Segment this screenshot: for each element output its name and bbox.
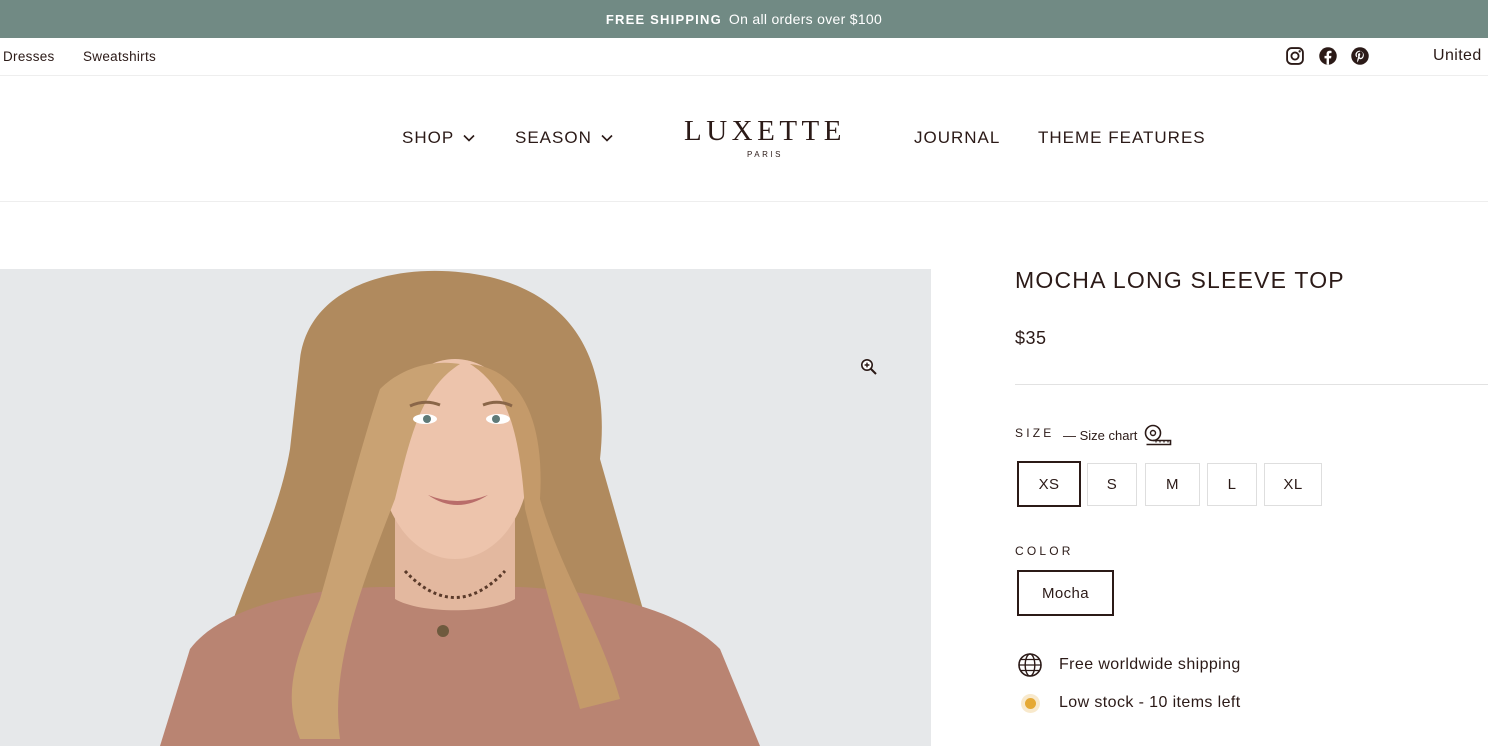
globe-icon [1017, 652, 1043, 678]
feature-shipping: Free worldwide shipping [1017, 652, 1241, 678]
zoom-in-icon[interactable] [860, 358, 878, 376]
product-title: MOCHA LONG SLEEVE TOP [1015, 267, 1345, 293]
facebook-icon[interactable] [1318, 46, 1338, 66]
region-selector[interactable]: United [1433, 47, 1482, 65]
nav-theme-features-label: THEME FEATURES [1038, 128, 1206, 147]
main-navigation: SHOP SEASON LUXETTE PARIS JOURNAL THEME … [0, 76, 1488, 202]
nav-shop[interactable]: SHOP [402, 128, 475, 148]
feature-shipping-text: Free worldwide shipping [1059, 656, 1241, 673]
feature-stock-text: Low stock - 10 items left [1059, 694, 1241, 711]
size-chart-label: — Size chart [1063, 427, 1138, 443]
size-option-m[interactable]: M [1145, 463, 1200, 506]
nav-shop-label: SHOP [402, 128, 455, 147]
nav-season-label: SEASON [515, 128, 592, 147]
pinterest-icon[interactable] [1350, 46, 1370, 66]
feature-stock: Low stock - 10 items left [1017, 690, 1241, 716]
stock-dot-icon [1017, 690, 1043, 716]
nav-journal[interactable]: JOURNAL [914, 128, 1000, 148]
chevron-down-icon [601, 134, 613, 142]
announcement-text: On all orders over $100 [728, 11, 883, 27]
model-illustration [0, 269, 931, 746]
brand-logo[interactable]: LUXETTE PARIS [660, 116, 870, 159]
logo-subtitle: PARIS [747, 150, 783, 159]
product-image[interactable] [0, 269, 931, 746]
size-option-xs[interactable]: XS [1017, 461, 1081, 507]
utility-link-sweatshirts[interactable]: Sweatshirts [83, 49, 156, 64]
logo-wordmark: LUXETTE [684, 115, 846, 147]
utility-bar: Dresses Sweatshirts United [0, 38, 1488, 76]
instagram-icon[interactable] [1285, 46, 1305, 66]
nav-season[interactable]: SEASON [515, 128, 613, 148]
nav-theme-features[interactable]: THEME FEATURES [1038, 128, 1206, 148]
chevron-down-icon [463, 134, 475, 142]
size-label: SIZE [1015, 426, 1055, 440]
nav-journal-label: JOURNAL [914, 128, 1001, 147]
divider [1015, 384, 1488, 385]
announcement-strong: FREE SHIPPING [605, 11, 722, 27]
announcement-bar: FREE SHIPPING On all orders over $100 [0, 0, 1488, 38]
utility-link-dresses[interactable]: Dresses [3, 49, 55, 64]
product-price: $35 [1015, 328, 1047, 348]
color-option-mocha[interactable]: Mocha [1017, 570, 1114, 616]
size-chart-link[interactable]: — Size chart [1063, 424, 1173, 446]
tape-measure-icon [1145, 424, 1172, 446]
color-label: COLOR [1015, 544, 1074, 558]
size-option-l[interactable]: L [1207, 463, 1257, 506]
size-option-s[interactable]: S [1087, 463, 1137, 506]
size-option-xl[interactable]: XL [1264, 463, 1322, 506]
